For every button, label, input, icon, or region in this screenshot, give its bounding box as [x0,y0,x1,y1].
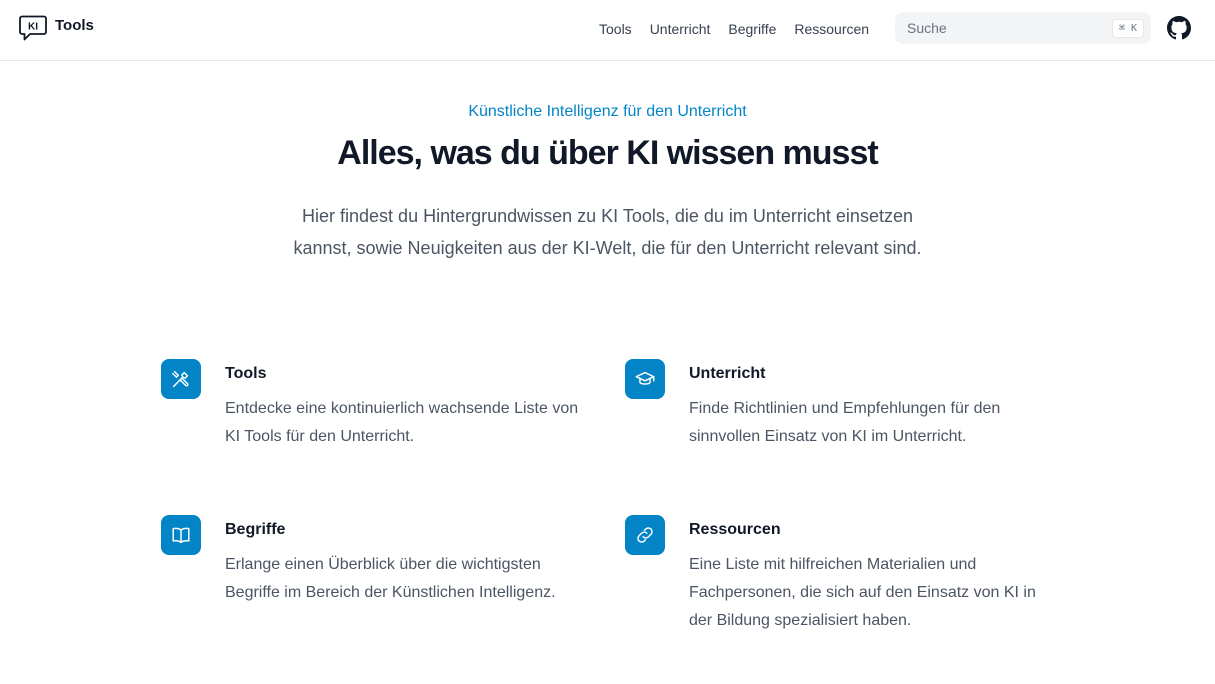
feature-title: Tools [225,365,267,382]
nav-link-ressourcen[interactable]: Ressourcen [794,20,869,38]
logo-text: Tools [55,16,94,34]
nav-link-unterricht[interactable]: Unterricht [650,20,711,38]
nav-link-tools[interactable]: Tools [599,20,632,38]
feature-description: Eine Liste mit hilfreichen Materialien u… [689,556,1036,629]
feature-title: Begriffe [225,521,286,538]
github-icon[interactable] [1167,16,1191,40]
feature-description: Entdecke eine kontinuierlich wachsende L… [225,400,579,445]
search-shortcut-badge: ⌘ K [1111,19,1144,38]
feature-description: Finde Richtlinien und Empfehlungen für d… [689,400,1001,445]
tools-icon [161,359,201,399]
graduation-cap-icon [625,359,665,399]
feature-description: Erlange einen Überblick über die wichtig… [225,556,556,601]
site-header: KI Tools Tools Unterricht Begriffe Resso… [0,0,1215,61]
feature-title: Unterricht [689,365,766,382]
book-icon [161,515,201,555]
logo-link[interactable]: KI Tools [19,14,94,42]
speech-bubble-logo-icon: KI [19,15,47,41]
logo-badge: KI [28,22,38,33]
nav-link-begriffe[interactable]: Begriffe [728,20,776,38]
main-nav: Tools Unterricht Begriffe Ressourcen [599,20,869,38]
hero-eyebrow: Künstliche Intelligenz für den Unterrich… [468,103,747,120]
hero-description: Hier findest du Hintergrundwissen zu KI … [293,206,922,258]
search-placeholder: Suche [907,20,947,36]
hero-title: Alles, was du über KI wissen musst [337,134,878,172]
search-button[interactable]: Suche ⌘ K [895,12,1151,44]
link-icon [625,515,665,555]
feature-title: Ressourcen [689,521,781,538]
